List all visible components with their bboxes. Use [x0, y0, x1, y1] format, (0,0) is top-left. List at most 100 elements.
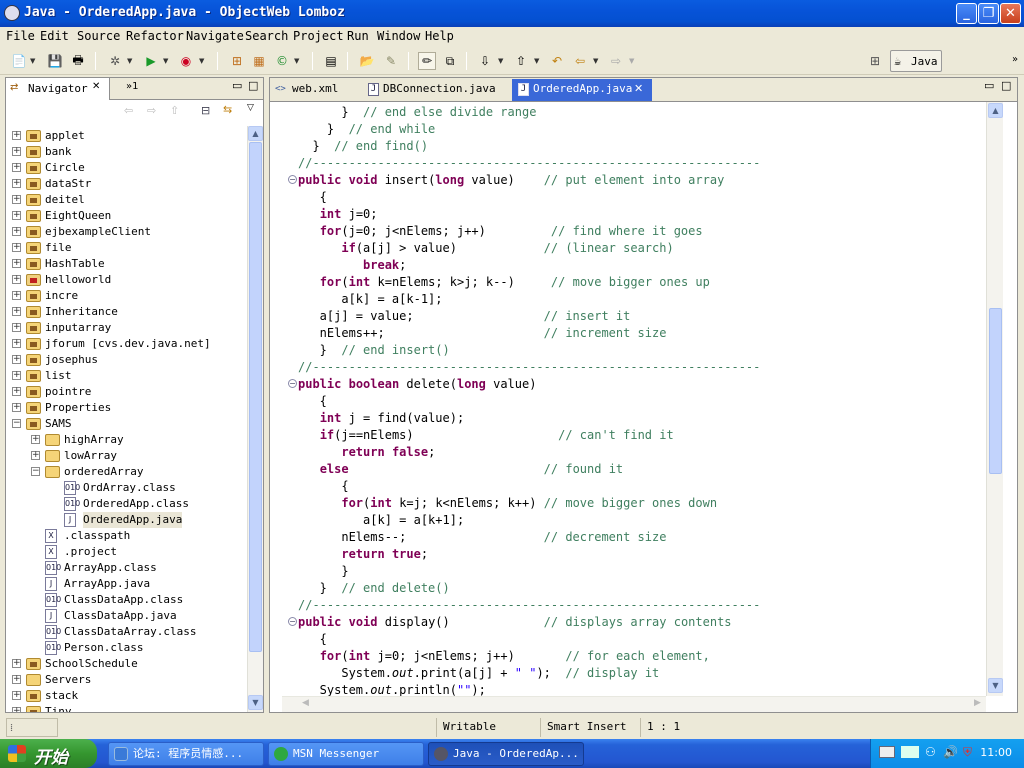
menu-project[interactable]: Project	[293, 29, 344, 43]
fold-collapse-icon[interactable]: −	[288, 379, 297, 388]
scroll-left-icon[interactable]: ◀	[302, 698, 309, 708]
expand-icon[interactable]: +	[12, 355, 21, 364]
tree-item[interactable]: + applet	[6, 128, 247, 144]
volume-icon[interactable]: 🔊	[943, 745, 958, 759]
tree-item[interactable]: 010 OrdArray.class	[6, 480, 247, 496]
tree-item[interactable]: − orderedArray	[6, 464, 247, 480]
fast-view-icon[interactable]: ⁞	[10, 721, 13, 734]
view-overflow-tab[interactable]: »1	[126, 81, 138, 92]
tree-item[interactable]: + inputarray	[6, 320, 247, 336]
up-icon[interactable]: ⇧	[170, 104, 179, 117]
tree-item[interactable]: + Tiny	[6, 704, 247, 712]
toggle-mark-occurrences-icon[interactable]: ✏	[418, 52, 436, 70]
code-text[interactable]: } // end else divide range } // end whil…	[282, 104, 986, 696]
tree-item[interactable]: X .project	[6, 544, 247, 560]
tree-item[interactable]: J OrderedApp.java	[6, 512, 247, 528]
collapse-icon[interactable]: −	[31, 467, 40, 476]
tree-item[interactable]: + pointre	[6, 384, 247, 400]
tree-item[interactable]: + Properties	[6, 400, 247, 416]
navigator-scrollbar[interactable]: ▲ ▼	[247, 126, 263, 712]
tree-item[interactable]: + highArray	[6, 432, 247, 448]
new-java-project-icon[interactable]: ⊞	[228, 52, 246, 70]
expand-icon[interactable]: +	[12, 707, 21, 712]
next-annotation-icon[interactable]: ⇩	[476, 52, 494, 70]
expand-icon[interactable]: +	[12, 323, 21, 332]
menu-search[interactable]: Search	[245, 29, 288, 43]
tree-item[interactable]: + ejbexampleClient	[6, 224, 247, 240]
tab-navigator[interactable]: ⇄ Navigator ✕	[6, 78, 110, 100]
editor-horizontal-scrollbar[interactable]: ◀ ▶	[282, 696, 986, 712]
maximize-editor-icon[interactable]: □	[1001, 79, 1011, 92]
expand-icon[interactable]: +	[12, 195, 21, 204]
expand-icon[interactable]: +	[12, 691, 21, 700]
expand-icon[interactable]: +	[12, 179, 21, 188]
view-menu-icon[interactable]: ▽	[247, 103, 254, 113]
tree-item[interactable]: + Circle	[6, 160, 247, 176]
expand-icon[interactable]: +	[12, 227, 21, 236]
expand-icon[interactable]: +	[12, 403, 21, 412]
keyboard-icon[interactable]	[879, 746, 895, 758]
perspective-java[interactable]: ☕ Java	[890, 50, 942, 72]
expand-icon[interactable]: +	[12, 339, 21, 348]
minimize-view-icon[interactable]: ▭	[232, 79, 242, 92]
expand-icon[interactable]: +	[31, 451, 40, 460]
menu-run[interactable]: Run	[347, 29, 369, 43]
tree-item[interactable]: 010 ArrayApp.class	[6, 560, 247, 576]
tree-item[interactable]: J ClassDataApp.java	[6, 608, 247, 624]
tree-item[interactable]: + HashTable	[6, 256, 247, 272]
tree-item[interactable]: + file	[6, 240, 247, 256]
tree-item[interactable]: + Inheritance	[6, 304, 247, 320]
scroll-thumb[interactable]	[249, 142, 262, 652]
tab-web-xml[interactable]: <> web.xml	[270, 79, 362, 101]
editor-vertical-scrollbar[interactable]: ▲ ▼	[986, 102, 1003, 696]
tree-item[interactable]: + lowArray	[6, 448, 247, 464]
previous-annotation-icon[interactable]: ⇧	[512, 52, 530, 70]
menu-edit[interactable]: Edit	[40, 29, 69, 43]
debug-icon[interactable]: ✲	[106, 52, 124, 70]
minimize-button[interactable]: _	[956, 3, 977, 24]
tree-item[interactable]: + Servers	[6, 672, 247, 688]
maximize-button[interactable]: ❐	[978, 3, 999, 24]
close-icon[interactable]: ✕	[634, 79, 643, 99]
menu-file[interactable]: File	[6, 29, 35, 43]
tab-dbconnection-java[interactable]: J DBConnection.java	[364, 79, 510, 101]
scroll-down-icon[interactable]: ▼	[248, 695, 263, 710]
tree-item[interactable]: + jforum [cvs.dev.java.net]	[6, 336, 247, 352]
scroll-right-icon[interactable]: ▶	[974, 698, 981, 708]
menu-help[interactable]: Help	[425, 29, 454, 43]
link-with-editor-icon[interactable]: ⇆	[223, 103, 232, 116]
tree-item[interactable]: + SchoolSchedule	[6, 656, 247, 672]
back-icon[interactable]: ⇦	[124, 104, 133, 117]
new-package-icon[interactable]: ▦	[250, 52, 268, 70]
save-icon[interactable]: 💾	[46, 52, 64, 70]
tree-item[interactable]: 010 Person.class	[6, 640, 247, 656]
last-edit-icon[interactable]: ↶	[548, 52, 566, 70]
expand-icon[interactable]: +	[31, 435, 40, 444]
expand-icon[interactable]: +	[12, 675, 21, 684]
tree-item[interactable]: + helloworld	[6, 272, 247, 288]
tree-item[interactable]: + josephus	[6, 352, 247, 368]
tree-item[interactable]: X .classpath	[6, 528, 247, 544]
back-icon[interactable]: ⇦	[571, 52, 589, 70]
new-class-icon[interactable]: ©	[273, 52, 291, 70]
taskbar-button-java[interactable]: Java - OrderedAp...	[428, 742, 584, 766]
more-perspectives-icon[interactable]: »	[1012, 54, 1018, 65]
expand-icon[interactable]: +	[12, 259, 21, 268]
new-icon[interactable]: 📄	[10, 52, 28, 70]
menu-navigate[interactable]: Navigate	[186, 29, 244, 43]
scroll-down-icon[interactable]: ▼	[988, 678, 1003, 693]
tree-item[interactable]: + dataStr	[6, 176, 247, 192]
start-button[interactable]: 开始	[0, 739, 97, 768]
expand-icon[interactable]: +	[12, 243, 21, 252]
scroll-up-icon[interactable]: ▲	[248, 126, 263, 141]
menu-refactor[interactable]: Refactor	[126, 29, 184, 43]
input-method-icon[interactable]	[901, 746, 919, 758]
tree-item[interactable]: + deitel	[6, 192, 247, 208]
tree-item[interactable]: 010 ClassDataApp.class	[6, 592, 247, 608]
maximize-view-icon[interactable]: □	[248, 79, 258, 92]
open-type-icon[interactable]: ▤	[322, 52, 340, 70]
close-button[interactable]: ✕	[1000, 3, 1021, 24]
forward-icon[interactable]: ⇨	[607, 52, 625, 70]
network-icon[interactable]: ⚇	[925, 745, 936, 759]
open-perspective-icon[interactable]: ⊞	[866, 52, 884, 70]
